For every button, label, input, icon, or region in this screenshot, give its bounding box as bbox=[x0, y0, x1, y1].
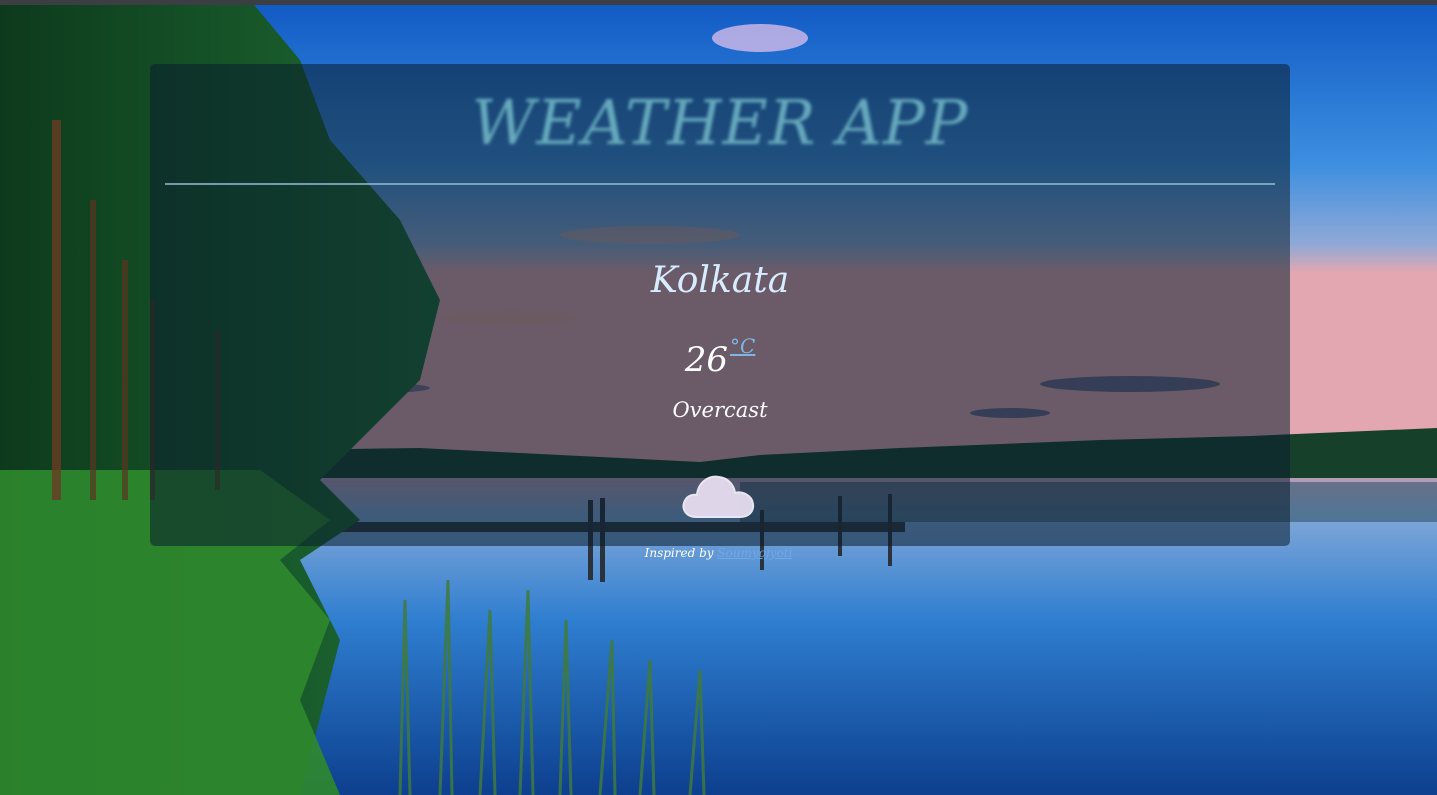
footer-credit: Inspired by Soumyojyoti bbox=[0, 546, 1437, 560]
temperature-unit-toggle[interactable]: °C bbox=[730, 334, 755, 358]
author-link[interactable]: Soumyojyoti bbox=[717, 546, 792, 560]
cloud-icon bbox=[682, 475, 755, 518]
temperature-display: 26 °C bbox=[150, 334, 1290, 380]
weather-condition: Overcast bbox=[672, 398, 768, 422]
header-divider bbox=[165, 183, 1275, 185]
app-title: WEATHER APP bbox=[471, 86, 969, 159]
browser-top-edge bbox=[0, 0, 1437, 5]
temperature-value: 26 bbox=[684, 340, 728, 380]
city-name: Kolkata bbox=[650, 260, 790, 301]
weather-card: WEATHER APP Kolkata 26 °C Overcast bbox=[150, 64, 1290, 546]
card-header: WEATHER APP bbox=[150, 64, 1290, 184]
footer-inspired-text: Inspired by bbox=[644, 546, 714, 560]
app-window: WEATHER APP Kolkata 26 °C Overcast Inspir… bbox=[0, 0, 1437, 795]
